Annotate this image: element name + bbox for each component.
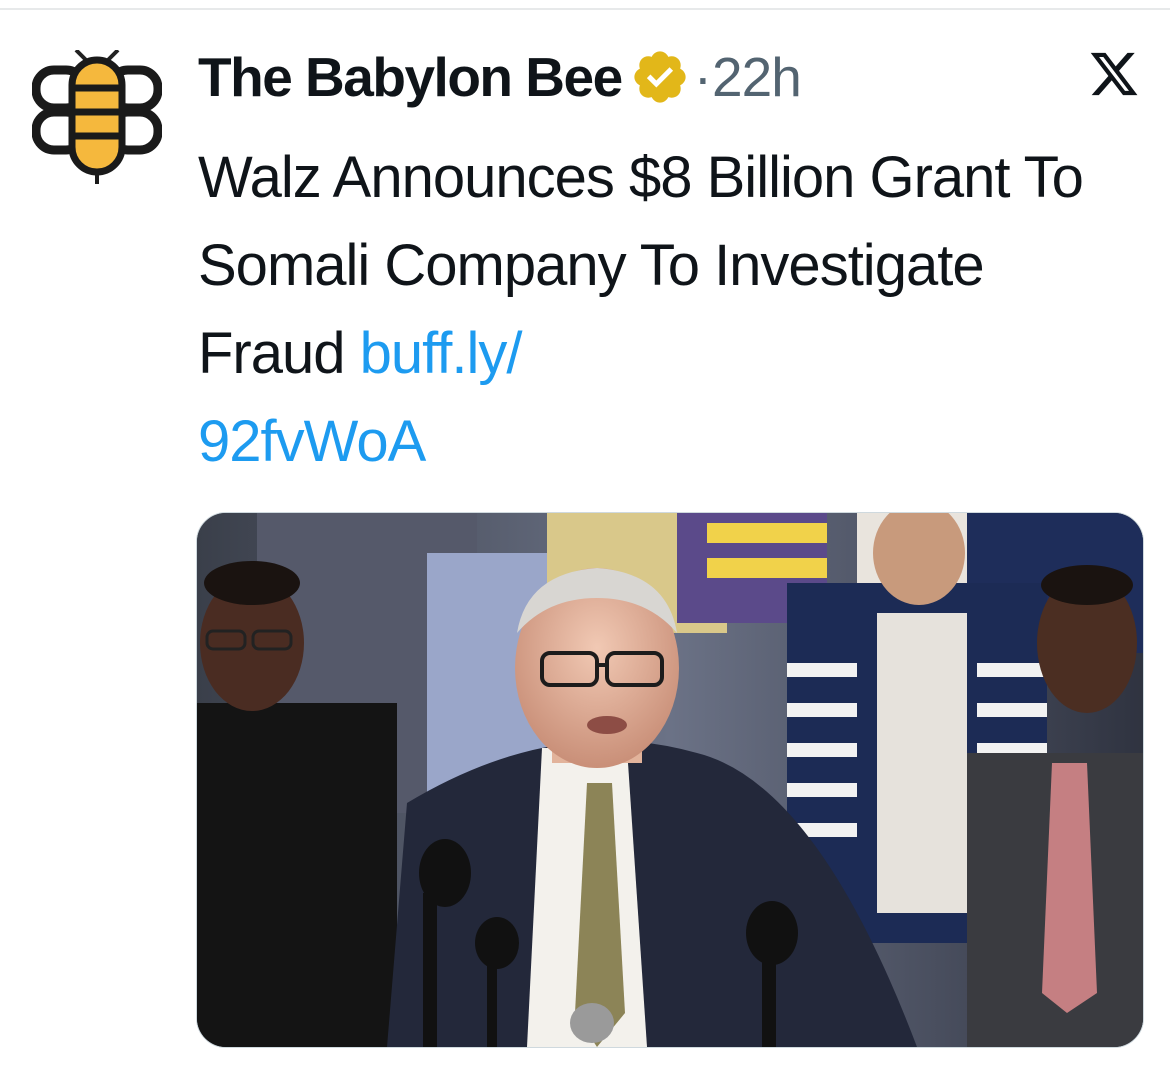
babylon-bee-logo-icon: [31, 48, 163, 184]
top-divider: [0, 8, 1170, 10]
tweet-header: The Babylon Bee · 22h: [198, 40, 802, 114]
author-name[interactable]: The Babylon Bee: [198, 45, 623, 109]
avatar[interactable]: [31, 48, 163, 186]
press-conference-photo: [197, 513, 1143, 1047]
separator-dot: ·: [693, 46, 713, 108]
timestamp[interactable]: 22h: [712, 45, 802, 109]
verified-badge-icon[interactable]: [630, 47, 690, 107]
tweet-headline: Walz Announces $8 Billion Grant To Somal…: [198, 145, 1084, 386]
x-logo-icon[interactable]: [1086, 48, 1142, 100]
tweet-text: Walz Announces $8 Billion Grant To Somal…: [198, 134, 1128, 486]
tweet-media-image[interactable]: [196, 512, 1144, 1048]
